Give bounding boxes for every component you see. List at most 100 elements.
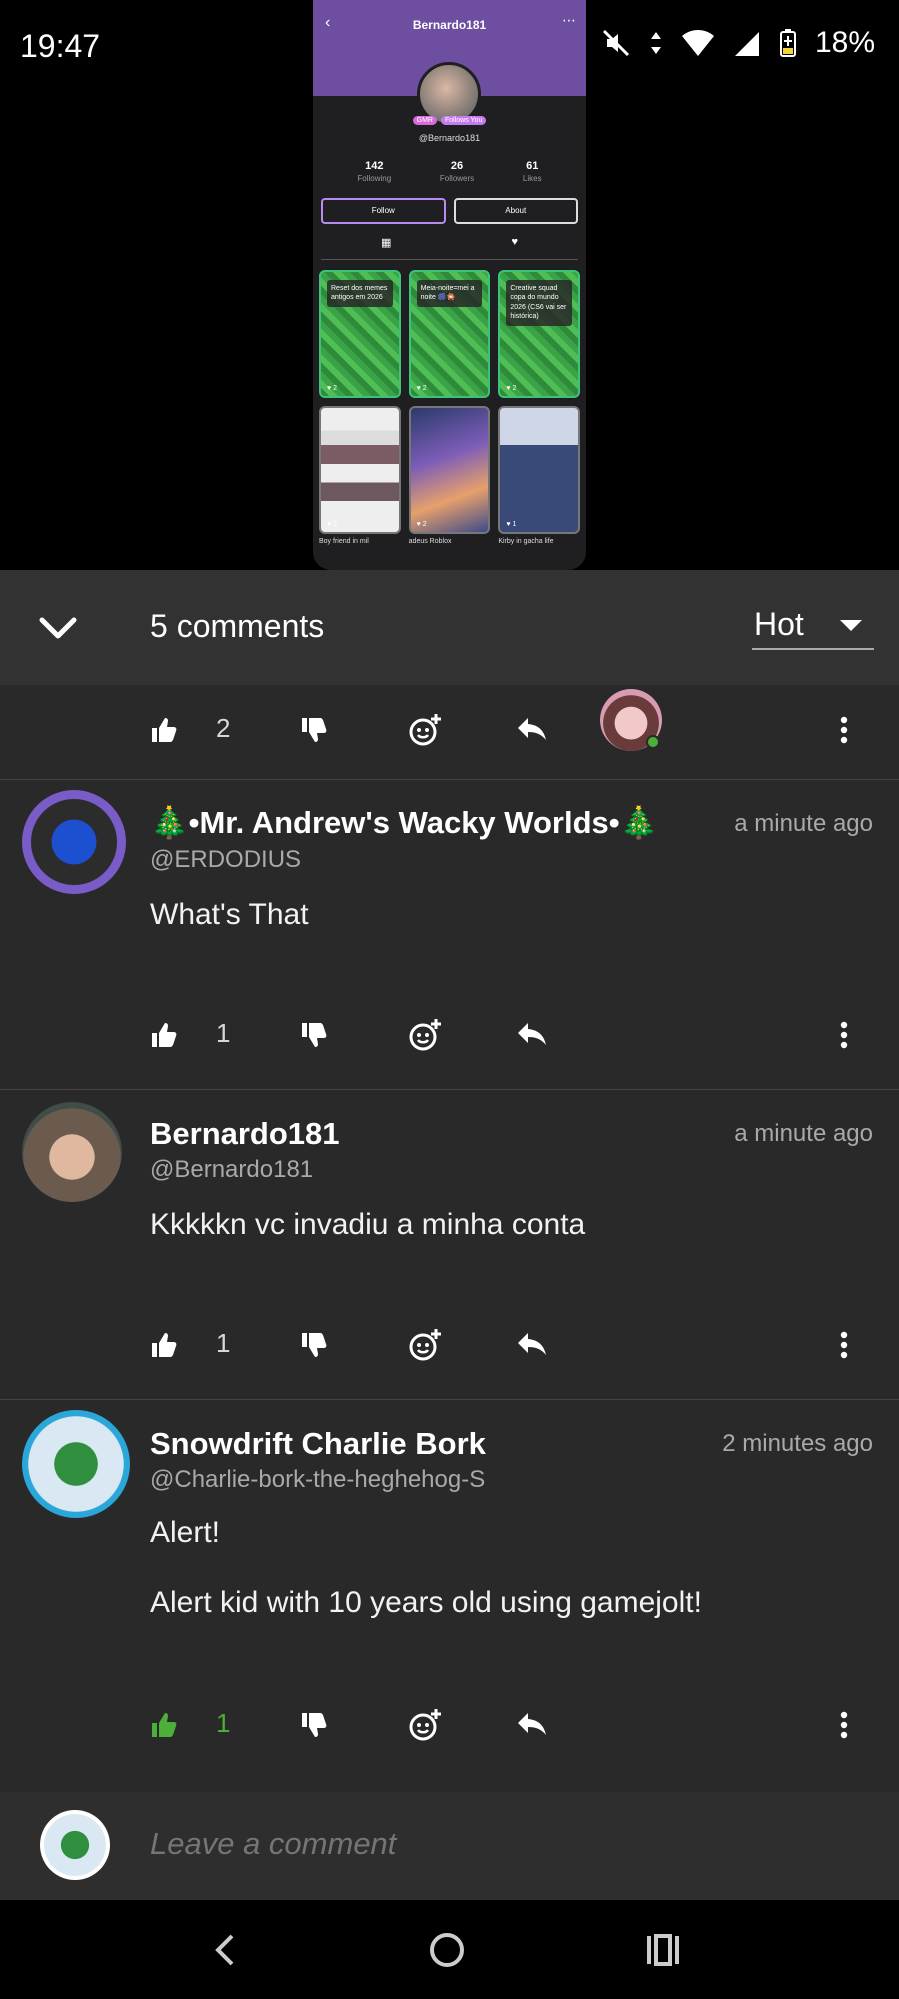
stat-followers: 26 Followers (440, 160, 474, 183)
system-nav-bar (0, 1900, 899, 1999)
sort-value: Hot (754, 606, 804, 642)
comment-item: Bernardo181 a minute ago @Bernardo181 Kk… (0, 1090, 899, 1400)
post-likes-count: 2 (422, 385, 427, 392)
signal-icon (734, 32, 759, 56)
comment-author-name[interactable]: Bernardo181 (150, 1116, 340, 1152)
reply-icon (518, 1713, 546, 1735)
comment-actions: 1 (150, 1320, 870, 1370)
recents-button[interactable] (643, 1930, 683, 1975)
thumbs-down-icon (302, 1333, 327, 1357)
comment-body: Kkkkkn vc invadiu a minha conta (150, 1208, 586, 1241)
comment-actions: 2 (150, 689, 870, 755)
dislike-button[interactable] (300, 1010, 328, 1060)
post-label: adeus Roblox (408, 538, 452, 545)
dislike-button[interactable] (300, 1320, 328, 1370)
status-time: 19:47 (20, 28, 101, 64)
dislike-button[interactable] (300, 705, 328, 755)
thumbs-up-icon (152, 1023, 177, 1047)
stat-label: Following (357, 174, 392, 183)
more-vertical-icon (840, 716, 848, 744)
like-button[interactable] (150, 1010, 178, 1060)
more-vertical-icon (840, 1711, 848, 1739)
more-options-button[interactable] (840, 1320, 848, 1370)
avatar[interactable] (22, 790, 126, 894)
post-likes-count: 2 (333, 385, 338, 392)
stat-value: 142 (365, 160, 384, 172)
post-thumbnail: ♥ 2 (319, 406, 401, 534)
like-count: 2 (216, 713, 231, 743)
like-button[interactable] (150, 1700, 178, 1750)
dislike-button[interactable] (300, 1700, 328, 1750)
more-icon: ⋯ (562, 12, 576, 28)
preview-post-grid: Reset dos memes antigos em 2026 ♥ 2 Meia… (319, 270, 580, 398)
thumbs-down-icon (302, 1713, 327, 1737)
stat-value: 61 (526, 160, 539, 172)
add-reaction-button[interactable] (408, 1320, 444, 1370)
comment-time: a minute ago (734, 1120, 873, 1147)
add-reaction-button[interactable] (408, 1700, 444, 1750)
post-tile: Meia-noite=mei a noite 🎆🎇 ♥ 2 (408, 270, 491, 398)
post-likes: ♥ 2 (327, 385, 338, 392)
like-button[interactable] (150, 705, 178, 755)
like-button[interactable] (150, 1320, 178, 1370)
comment-body: What's That (150, 898, 309, 931)
back-button[interactable] (210, 1930, 240, 1975)
stat-following: 142 Following (357, 160, 391, 183)
post-caption: Reset dos memes antigos em 2026 (327, 280, 393, 307)
more-options-button[interactable] (840, 1010, 848, 1060)
stat-label: Followers (439, 174, 475, 183)
post-likes: ♥ 2 (327, 521, 338, 528)
reply-button[interactable] (516, 1320, 548, 1370)
avatar[interactable] (22, 1410, 130, 1518)
add-reaction-icon (409, 714, 441, 746)
comment-input[interactable] (150, 1826, 850, 1862)
like-count: 1 (216, 1018, 231, 1048)
current-user-avatar (40, 1810, 110, 1880)
stat-likes: 61 Likes (523, 160, 542, 183)
mute-icon (602, 29, 630, 57)
online-dot (646, 735, 660, 749)
reply-icon (518, 1023, 546, 1045)
more-options-button[interactable] (840, 1700, 848, 1750)
comments-panel: 5 comments Hot 2 🎄•Mr. Andrew's Wacky Wo… (0, 570, 899, 1900)
badge-follows-you: Follows You (440, 116, 487, 125)
comment-author-handle[interactable]: @Bernardo181 (150, 1156, 313, 1184)
back-nav-icon (215, 1934, 234, 1966)
reply-button[interactable] (516, 1010, 548, 1060)
comment-author-handle[interactable]: @ERDODIUS (150, 846, 301, 874)
preview-badges: GMR Follows You (313, 116, 586, 125)
grid-icon: ▦ (381, 237, 392, 249)
comments-header: 5 comments Hot (0, 570, 899, 685)
comment-body-line: Alert! (150, 1516, 221, 1549)
stat-value: 26 (450, 160, 464, 172)
about-button: About (453, 198, 578, 224)
preview-post-grid-row2: ♥ 2 Boy friend in mil ♥ 2 adeus Roblox ♥… (319, 406, 580, 545)
comment-item: Snowdrift Charlie Bork 2 minutes ago @Ch… (0, 1400, 899, 1780)
comment-author-name[interactable]: 🎄•Mr. Andrew's Wacky Worlds•🎄 (150, 804, 690, 841)
comment-author-handle[interactable]: @Charlie-bork-the-heghehog-S (150, 1466, 485, 1494)
thumbs-up-icon (152, 1713, 177, 1737)
avatar[interactable] (22, 1102, 122, 1202)
profile-preview[interactable]: ‹ Bernardo181 ⋯ GMR Follows You @Bernard… (313, 0, 586, 570)
wifi-icon (681, 30, 714, 56)
reactor-avatar (600, 689, 662, 751)
reply-button[interactable] (516, 1700, 548, 1750)
post-item: ♥ 1 Kirby in gacha life (498, 406, 580, 545)
home-button[interactable] (427, 1930, 467, 1975)
battery-icon (779, 29, 796, 57)
add-reaction-button[interactable] (408, 1010, 444, 1060)
comment-author-name[interactable]: Snowdrift Charlie Bork (150, 1426, 486, 1462)
preview-title: Bernardo181 (412, 18, 487, 32)
post-likes-count: 2 (512, 385, 517, 392)
collapse-button[interactable] (36, 606, 80, 650)
post-likes-count: 2 (422, 521, 427, 528)
preview-buttons: Follow About (321, 198, 578, 224)
add-reaction-button[interactable] (408, 705, 444, 755)
preview-handle: @Bernardo181 (418, 133, 481, 143)
reply-button[interactable] (516, 705, 548, 755)
more-options-button[interactable] (840, 705, 848, 755)
battery-percent: 18% (814, 26, 875, 59)
add-reaction-icon (409, 1329, 441, 1361)
sort-dropdown[interactable]: Hot (752, 600, 874, 650)
comment-actions: 1 (150, 1700, 870, 1750)
